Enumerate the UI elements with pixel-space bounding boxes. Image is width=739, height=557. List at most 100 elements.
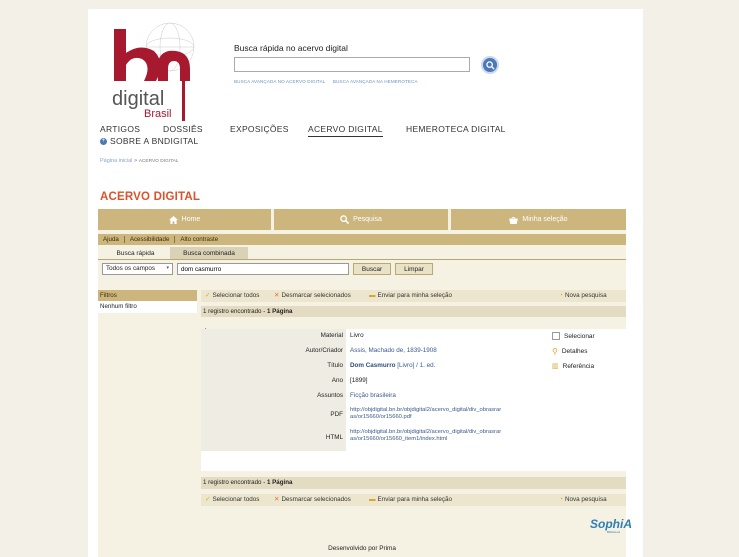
check-icon: ✓ <box>205 496 211 503</box>
limpar-button[interactable]: Limpar <box>395 263 433 275</box>
send-selection-button[interactable]: ▬ Enviar para minha seleção <box>369 494 452 506</box>
send-selection-button[interactable]: ▬ Enviar para minha seleção <box>369 290 452 302</box>
select-result-label: Selecionar <box>564 332 595 340</box>
tab-divider <box>98 259 626 260</box>
basket-icon: ▬ <box>369 496 376 503</box>
send-selection-label: Enviar para minha seleção <box>377 292 453 299</box>
logo-digital-text: digital <box>112 88 164 110</box>
quick-search-button[interactable] <box>481 56 499 74</box>
tab-busca-rapida[interactable]: Busca rápida <box>104 247 167 259</box>
meta-label: PDF <box>201 404 346 426</box>
field-select-value: Todos os campos <box>106 265 156 272</box>
nav-home[interactable]: Home <box>98 209 271 230</box>
logo-brasil-text: Brasil <box>144 108 172 120</box>
basket-icon <box>509 216 519 224</box>
nav-hemeroteca-digital[interactable]: HEMEROTECA DIGITAL <box>406 124 506 134</box>
sub-ajuda[interactable]: Ajuda <box>98 236 125 243</box>
quick-search-input[interactable] <box>234 57 470 72</box>
deselect-button[interactable]: ✕ Desmarcar selecionados <box>274 494 351 506</box>
query-input[interactable] <box>177 263 349 275</box>
nav-dossies[interactable]: DOSSIÊS <box>163 124 203 134</box>
sub-acessibilidade[interactable]: Acessibilidade <box>125 236 176 243</box>
check-icon: ✓ <box>205 292 211 299</box>
filters-header: Filtros <box>98 290 197 301</box>
new-search-button[interactable]: ◔ Nova pesquisa <box>559 290 607 302</box>
meta-label: Material <box>201 329 346 344</box>
meta-value: Dom Casmurro [Livro] / 1. ed. <box>346 359 547 374</box>
breadcrumb: Página inicial > ACERVO DIGITAL <box>100 158 179 164</box>
new-search-button[interactable]: ◔ Nova pesquisa <box>559 494 607 506</box>
reference-label: Referência <box>562 362 595 370</box>
field-select[interactable]: Todos os campos ▾ <box>102 263 173 275</box>
meta-label: HTML <box>201 426 346 451</box>
search-icon <box>340 215 350 224</box>
nav-minha-selecao[interactable]: Minha seleção <box>451 209 626 230</box>
actions-bar-top: ✓ Selecionar todos ✕ Desmarcar selecionado… <box>201 290 626 302</box>
result-count-page: 1 Página <box>266 308 293 315</box>
nav-pesquisa[interactable]: Pesquisa <box>274 209 448 230</box>
details-link[interactable]: ⚲ Detalhes <box>552 347 588 356</box>
send-selection-label: Enviar para minha seleção <box>377 496 453 503</box>
nav-artigos[interactable]: ARTIGOS <box>100 124 140 134</box>
meta-row-ano: Ano [1899] <box>201 374 547 389</box>
select-result[interactable]: Selecionar <box>552 332 595 340</box>
result-item: 1 ⁂ DOM CASMURRO ❦ Material Livro Autor/… <box>201 329 626 471</box>
select-all-label: Selecionar todos <box>212 292 260 299</box>
deselect-label: Desmarcar selecionados <box>281 496 351 503</box>
nav-exposicoes[interactable]: EXPOSIÇÕES <box>230 124 289 134</box>
select-all-button[interactable]: ✓ Selecionar todos <box>205 290 259 302</box>
result-count-text: 1 registro encontrado - <box>203 479 267 486</box>
meta-row-pdf: PDF http://objdigital.bn.br/objdigital2/… <box>201 404 547 426</box>
sub-alto-contraste[interactable]: Alto contraste <box>175 236 223 243</box>
nav-minha-selecao-label: Minha seleção <box>522 216 568 223</box>
advanced-search-hemeroteca-link[interactable]: BUSCA AVANÇADA NA HEMEROTECA <box>333 79 418 84</box>
meta-label: Assuntos <box>201 389 346 404</box>
result-count-top: 1 registro encontrado - 1 Página <box>201 306 626 317</box>
search-icon: ◔ <box>559 292 563 299</box>
html-link[interactable]: http://objdigital.bn.br/objdigital2/acer… <box>346 426 547 451</box>
deselect-button[interactable]: ✕ Desmarcar selecionados <box>274 290 351 302</box>
magnifier-icon: ⚲ <box>552 347 558 356</box>
result-count-page: 1 Página <box>266 479 293 486</box>
pdf-link[interactable]: http://objdigital.bn.br/objdigital2/acer… <box>346 404 547 426</box>
page-container: digital Brasil Busca rápida no acervo di… <box>88 9 643 557</box>
acervo-app: Home Pesquisa Minha seleção Ajuda Acessi… <box>98 209 632 557</box>
breadcrumb-home[interactable]: Página inicial <box>100 158 132 164</box>
result-count-text: 1 registro encontrado - <box>203 308 267 315</box>
meta-label: Autor/Criador <box>201 344 346 359</box>
select-checkbox[interactable] <box>552 332 560 340</box>
home-icon <box>168 215 178 224</box>
buscar-button[interactable]: Buscar <box>353 263 391 275</box>
meta-row-html: HTML http://objdigital.bn.br/objdigital2… <box>201 426 547 451</box>
sophia-logo[interactable]: SophiA <box>590 517 632 531</box>
nav-sobre-label: SOBRE A BNDIGITAL <box>110 136 199 146</box>
page-title: ACERVO DIGITAL <box>100 191 201 203</box>
footer-credit: Desenvolvido por Prima <box>328 545 396 552</box>
meta-value-link[interactable]: Ficção brasileira <box>346 389 547 404</box>
actions-bar-bottom: ✓ Selecionar todos ✕ Desmarcar selecionado… <box>201 494 626 506</box>
details-label: Detalhes <box>561 348 588 355</box>
tab-busca-combinada[interactable]: Busca combinada <box>170 247 248 259</box>
chevron-down-icon: ▾ <box>166 265 169 271</box>
search-icon <box>485 60 495 70</box>
reference-link[interactable]: ▥ Referência <box>552 362 595 371</box>
nav-sobre[interactable]: + SOBRE A BNDIGITAL <box>100 136 199 146</box>
meta-value: [1899] <box>350 377 368 384</box>
nav-acervo-digital[interactable]: ACERVO DIGITAL <box>308 124 383 137</box>
title-link[interactable]: Dom Casmurro <box>350 362 396 369</box>
sub-nav: Ajuda Acessibilidade Alto contraste <box>98 234 626 245</box>
meta-value-link[interactable]: Assis, Machado de, 1839-1908 <box>346 344 547 359</box>
meta-row-autor: Autor/Criador Assis, Machado de, 1839-19… <box>201 344 547 359</box>
basket-icon: ▬ <box>369 292 376 299</box>
breadcrumb-current: ACERVO DIGITAL <box>138 159 179 164</box>
advanced-search-acervo-link[interactable]: BUSCA AVANÇADA NO ACERVO DIGITAL <box>234 79 325 84</box>
meta-row-material: Material Livro <box>201 329 547 344</box>
bn-digital-logo[interactable]: digital Brasil <box>100 19 200 121</box>
select-all-button[interactable]: ✓ Selecionar todos <box>205 494 259 506</box>
search-icon: ◔ <box>559 496 563 503</box>
advanced-search-links: BUSCA AVANÇADA NO ACERVO DIGITAL BUSCA A… <box>234 79 424 84</box>
close-icon: ✕ <box>274 292 280 299</box>
new-search-label: Nova pesquisa <box>564 496 607 503</box>
nav-pesquisa-label: Pesquisa <box>353 216 382 223</box>
plus-icon: + <box>100 137 107 145</box>
